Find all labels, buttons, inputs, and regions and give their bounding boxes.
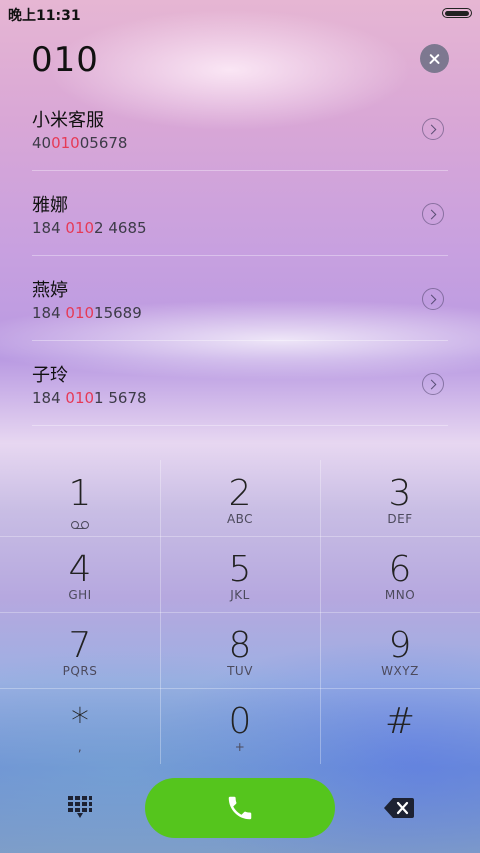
chevron-right-icon[interactable] bbox=[422, 288, 444, 310]
number-prefix: 184 bbox=[32, 219, 66, 237]
number-suffix: 05678 bbox=[79, 134, 128, 152]
key-letters: JKL bbox=[230, 588, 250, 602]
contact-name: 子玲 bbox=[32, 365, 68, 386]
key-letters: TUV bbox=[227, 664, 253, 678]
key-digit: # bbox=[384, 701, 416, 742]
key-3[interactable]: 3 DEF bbox=[320, 460, 480, 536]
call-button[interactable] bbox=[145, 778, 335, 838]
key-4[interactable]: 4 GHI bbox=[0, 536, 160, 612]
number-suffix: 2 4685 bbox=[94, 219, 147, 237]
key-1[interactable]: 1 bbox=[0, 460, 160, 536]
number-prefix: 40 bbox=[32, 134, 52, 152]
voicemail-icon bbox=[71, 521, 89, 529]
key-letters: WXYZ bbox=[381, 664, 419, 678]
contact-result-row[interactable]: 小米客服 4001005678 bbox=[32, 86, 448, 171]
contact-number: 184 01015689 bbox=[32, 304, 142, 322]
dialpad-icon[interactable] bbox=[68, 796, 92, 818]
contact-name: 雅娜 bbox=[32, 195, 68, 216]
clear-input-button[interactable] bbox=[420, 44, 449, 73]
dial-keypad: 1 2 ABC 3 DEF 4 GHI 5 JKL 6 MNO 7 PQRS 8… bbox=[0, 460, 480, 764]
key-letters: DEF bbox=[387, 512, 413, 526]
key-digit: 8 bbox=[228, 625, 252, 666]
key-digit: * bbox=[71, 701, 89, 742]
contact-result-row[interactable]: 雅娜 184 0102 4685 bbox=[32, 171, 448, 256]
key-5[interactable]: 5 JKL bbox=[160, 536, 320, 612]
contact-name: 小米客服 bbox=[32, 110, 104, 131]
chevron-right-icon[interactable] bbox=[422, 373, 444, 395]
key-letters: + bbox=[234, 740, 246, 754]
key-digit: 4 bbox=[68, 549, 92, 590]
key-digit: 5 bbox=[228, 549, 252, 590]
number-match: 010 bbox=[65, 304, 95, 322]
status-bar: 晚上11:31 bbox=[0, 0, 480, 26]
key-digit: 1 bbox=[68, 473, 92, 514]
key-letters: ABC bbox=[226, 512, 254, 526]
battery-icon bbox=[442, 8, 472, 18]
key-7[interactable]: 7 PQRS bbox=[0, 612, 160, 688]
dial-action-bar bbox=[0, 776, 480, 840]
chevron-right-icon[interactable] bbox=[422, 118, 444, 140]
number-prefix: 184 bbox=[32, 304, 66, 322]
number-match: 010 bbox=[65, 219, 95, 237]
key-2[interactable]: 2 ABC bbox=[160, 460, 320, 536]
contact-name: 燕婷 bbox=[32, 280, 68, 301]
number-prefix: 184 bbox=[32, 389, 66, 407]
contact-number: 184 0101 5678 bbox=[32, 389, 147, 407]
contact-results: 小米客服 4001005678 雅娜 184 0102 4685 燕婷 184 … bbox=[0, 86, 480, 426]
key-star[interactable]: * , bbox=[0, 688, 160, 764]
key-9[interactable]: 9 WXYZ bbox=[320, 612, 480, 688]
key-digit: 7 bbox=[68, 625, 92, 666]
key-0[interactable]: 0 + bbox=[160, 688, 320, 764]
chevron-right-icon[interactable] bbox=[422, 203, 444, 225]
key-letters: GHI bbox=[68, 588, 92, 602]
number-match: 010 bbox=[65, 389, 95, 407]
key-digit: 0 bbox=[228, 701, 252, 742]
key-hash[interactable]: # bbox=[320, 688, 480, 764]
number-match: 010 bbox=[51, 134, 80, 152]
key-digit: 6 bbox=[388, 549, 412, 590]
phone-icon bbox=[228, 796, 252, 820]
key-digit: 3 bbox=[388, 473, 412, 514]
key-digit: 2 bbox=[228, 473, 252, 514]
status-time: 晚上11:31 bbox=[8, 8, 81, 24]
number-suffix: 15689 bbox=[94, 304, 142, 322]
dialed-number: 010 bbox=[31, 40, 99, 80]
key-8[interactable]: 8 TUV bbox=[160, 612, 320, 688]
key-letters: PQRS bbox=[62, 664, 98, 678]
backspace-icon[interactable] bbox=[384, 798, 414, 818]
contact-number: 184 0102 4685 bbox=[32, 219, 147, 237]
key-letters: , bbox=[77, 740, 83, 754]
key-6[interactable]: 6 MNO bbox=[320, 536, 480, 612]
key-letters: MNO bbox=[384, 588, 416, 602]
contact-result-row[interactable]: 燕婷 184 01015689 bbox=[32, 256, 448, 341]
key-digit: 9 bbox=[388, 625, 412, 666]
contact-result-row[interactable]: 子玲 184 0101 5678 bbox=[32, 341, 448, 426]
contact-number: 4001005678 bbox=[32, 134, 127, 152]
number-suffix: 1 5678 bbox=[94, 389, 147, 407]
